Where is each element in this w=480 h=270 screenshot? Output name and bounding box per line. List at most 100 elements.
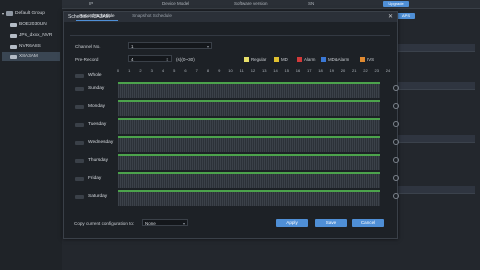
tree-item-label: X8A3AM: [19, 54, 38, 59]
camera-icon: [10, 22, 17, 27]
prerecord-stepper[interactable]: 4 ⇕: [128, 55, 172, 62]
column-model: Device Model: [162, 1, 190, 6]
bg-panel-row: [395, 44, 475, 52]
column-sn: SN: [308, 1, 315, 6]
schedule-row-monday: Monday: [74, 100, 399, 117]
close-icon[interactable]: ✕: [388, 13, 393, 20]
day-label: Wednesday: [88, 140, 114, 145]
bg-panel-row: [395, 135, 475, 143]
schedule-timeline[interactable]: [118, 190, 380, 206]
tree-item-label: JPs_dxxx_NVR: [19, 33, 53, 38]
schedule-row-friday: Friday: [74, 172, 399, 189]
legend-swatch: [360, 57, 365, 62]
legend-label: MD&Alarm: [328, 57, 350, 62]
day-label: Thursday: [88, 158, 108, 163]
day-checkbox[interactable]: [75, 195, 84, 199]
channel-label: Channel No.: [75, 44, 101, 49]
chevron-down-icon: ▾: [182, 221, 185, 226]
schedule-timeline[interactable]: [118, 172, 380, 188]
schedule-timeline[interactable]: [118, 82, 380, 98]
gear-icon[interactable]: [393, 157, 399, 163]
expand-icon: ▾: [2, 11, 5, 16]
camera-icon: [10, 44, 17, 49]
camera-icon: [10, 54, 17, 59]
gear-icon[interactable]: [393, 193, 399, 199]
legend-label: MD: [281, 57, 288, 62]
schedule-timeline[interactable]: [118, 118, 380, 134]
tree-item-label: BOE2030UN: [19, 22, 47, 27]
copy-config-value: None: [145, 221, 156, 226]
legend-label: IVS: [367, 57, 375, 62]
prerecord-label: Pre-Record: [75, 57, 99, 62]
day-checkbox[interactable]: [75, 141, 84, 145]
day-label: Saturday: [88, 194, 108, 199]
gear-icon[interactable]: [393, 175, 399, 181]
day-label: Tuesday: [88, 122, 107, 127]
legend-alarm: Alarm: [297, 57, 315, 62]
tab-divider: [70, 35, 390, 36]
gear-icon[interactable]: [393, 139, 399, 145]
chevron-down-icon: ▾: [206, 44, 209, 49]
channel-value: 1: [131, 44, 134, 49]
upgrade-button[interactable]: Upgrade: [383, 1, 409, 7]
schedule-row-saturday: Saturday: [74, 190, 399, 207]
tab-record-schedule[interactable]: Record Schedule: [76, 12, 118, 21]
schedule-row-tuesday: Tuesday: [74, 118, 399, 135]
tree-item-device-1[interactable]: BOE2030UN: [10, 20, 47, 29]
time-tick: 23: [374, 68, 379, 73]
column-ip: IP: [89, 1, 94, 6]
legend-swatch: [297, 57, 302, 62]
legend-md: MD: [274, 57, 288, 62]
copy-config-select[interactable]: None ▾: [142, 219, 188, 226]
schedule-row-sunday: Sunday: [74, 82, 399, 99]
column-software: Software version: [234, 1, 268, 6]
day-label: Friday: [88, 176, 102, 181]
device-tree-panel: ▾ Default Group BOE2030UN JPs_dxxx_NVR N…: [0, 0, 62, 270]
schedule-row-thursday: Thursday: [74, 154, 399, 171]
day-label: Monday: [88, 104, 106, 109]
legend-swatch: [274, 57, 279, 62]
camera-icon: [10, 33, 17, 38]
bg-panel-row: [395, 186, 475, 194]
gear-icon[interactable]: [393, 103, 399, 109]
legend-label: Alarm: [304, 57, 316, 62]
prerecord-range: (s)(0~30): [176, 57, 195, 62]
apply-button[interactable]: Apply: [276, 219, 308, 227]
day-checkbox[interactable]: [75, 74, 84, 78]
legend-md-alarm: MD&Alarm: [321, 57, 349, 62]
bg-panel-row: [395, 82, 475, 90]
day-label: Whole: [88, 73, 102, 78]
copy-config-label: Copy current configuration to:: [74, 221, 135, 226]
schedule-timeline[interactable]: [118, 100, 380, 116]
prerecord-value: 4: [131, 57, 134, 62]
device-list-header: IP Device Model Software version SN: [62, 0, 480, 9]
tree-item-device-2[interactable]: JPs_dxxx_NVR: [10, 31, 52, 40]
schedule-row-wednesday: Wednesday: [74, 136, 399, 153]
day-checkbox[interactable]: [75, 123, 84, 127]
tree-root-label: Default Group: [15, 11, 45, 16]
schedule-timeline[interactable]: [118, 154, 380, 170]
folder-icon: [6, 11, 14, 16]
aps-button[interactable]: APS: [397, 13, 415, 19]
day-checkbox[interactable]: [75, 177, 84, 181]
channel-select[interactable]: 1 ▾: [128, 42, 212, 49]
legend-ivs: IVS: [360, 57, 374, 62]
tree-item-device-3[interactable]: NVR6A8S: [10, 42, 41, 51]
stepper-icon: ⇕: [165, 57, 169, 62]
schedule-timeline[interactable]: [118, 136, 380, 152]
tab-snapshot-schedule[interactable]: Snapshot Schedule: [127, 12, 177, 20]
cancel-button[interactable]: Cancel: [352, 219, 384, 227]
day-checkbox[interactable]: [75, 87, 84, 91]
legend-regular: Regular: [244, 57, 266, 62]
gear-icon[interactable]: [393, 85, 399, 91]
time-tick: 24: [385, 68, 391, 73]
tree-root[interactable]: ▾ Default Group: [2, 9, 45, 18]
save-button[interactable]: Save: [315, 219, 347, 227]
day-checkbox[interactable]: [75, 105, 84, 109]
legend-label: Regular: [251, 57, 267, 62]
tree-item-label: NVR6A8S: [19, 44, 41, 49]
tree-item-device-4[interactable]: X8A3AM: [2, 52, 60, 61]
day-checkbox[interactable]: [75, 159, 84, 163]
gear-icon[interactable]: [393, 121, 399, 127]
day-label: Sunday: [88, 86, 105, 91]
